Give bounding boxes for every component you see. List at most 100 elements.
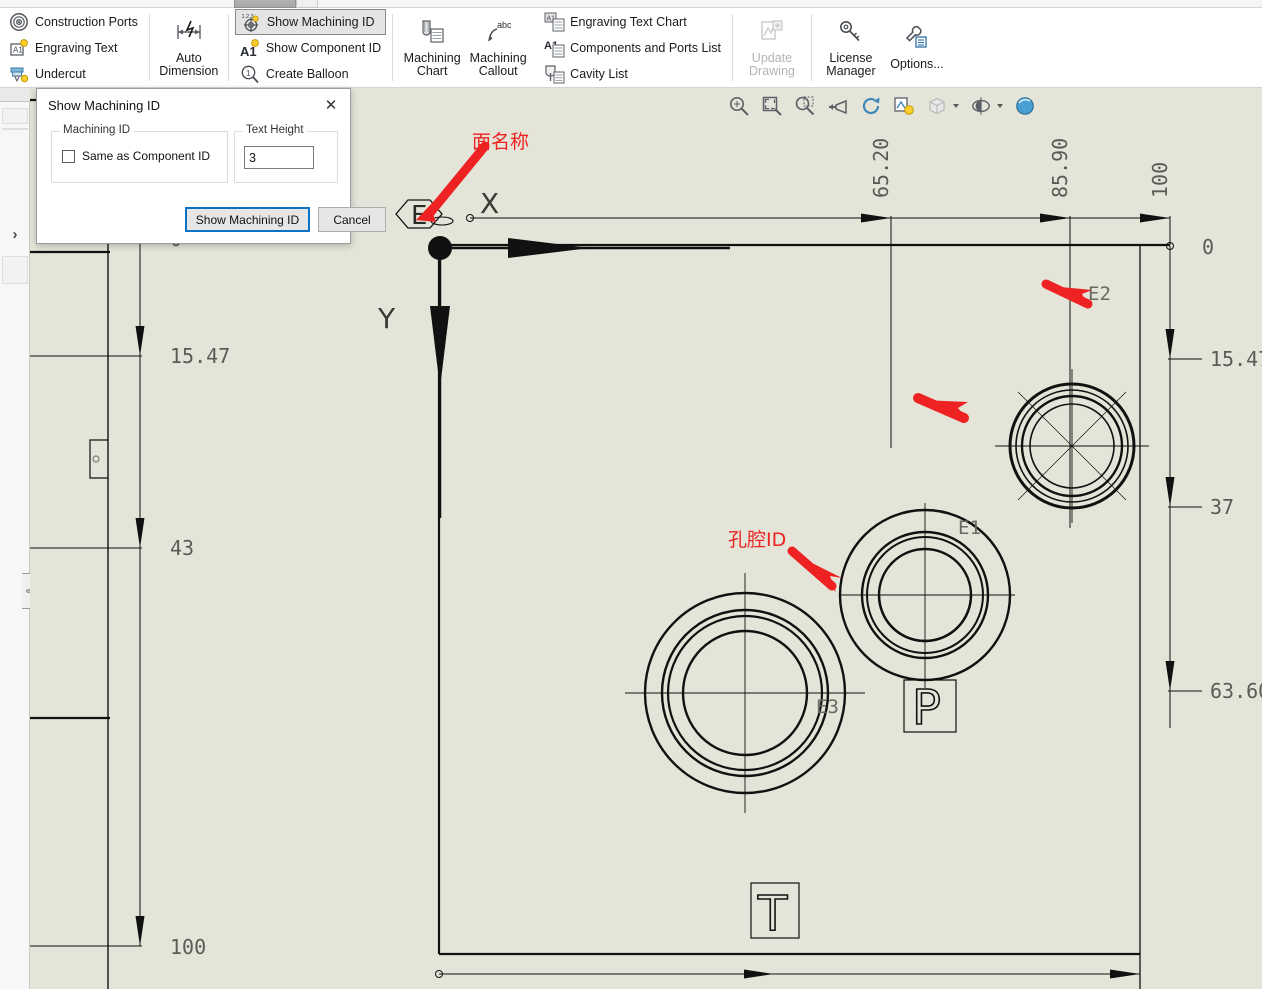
ribbon-group-lists: A1 Engraving Text Chart A1 Components an… <box>535 8 730 87</box>
engraving-text-chart-icon: A1 <box>544 11 565 32</box>
ribbon-item-show-component-id[interactable]: A1 Show Component ID <box>235 36 386 60</box>
ribbon-item-label: Construction Ports <box>35 14 138 29</box>
ribbon-item-label-line2: Drawing <box>749 64 795 78</box>
hide-show-icon[interactable] <box>970 95 992 117</box>
machining-callout-icon: abc <box>483 19 513 49</box>
ribbon-item-label-line2: Manager <box>826 64 876 78</box>
display-style-icon[interactable] <box>926 95 948 117</box>
panel-row <box>2 256 28 284</box>
feature-hole-e1[interactable] <box>838 503 1015 688</box>
ordinate-dimensions-top: 65.20 85.90 100 <box>466 138 1172 528</box>
same-as-component-id-checkbox[interactable] <box>62 149 75 163</box>
license-manager-icon <box>836 19 866 49</box>
ribbon-item-label: Cavity List <box>570 66 628 81</box>
dim-left-1: 15.47 <box>170 344 230 368</box>
ribbon-group-charts: Machining Chart abc Machining Callout <box>395 8 535 87</box>
ribbon-item-engraving-text-chart[interactable]: A1 Engraving Text Chart <box>539 10 726 34</box>
text-height-group: Text Height <box>234 124 338 183</box>
zoom-in-out-icon[interactable] <box>794 95 816 117</box>
application-window: Construction Ports A1 Engraving Text Und… <box>0 0 1262 989</box>
dialog-title: Show Machining ID <box>48 97 160 113</box>
dialog-body: Machining ID Same as Component ID Text H… <box>37 121 386 245</box>
ribbon-item-show-machining-id[interactable]: 1.2.3 Show Machining ID <box>234 8 387 35</box>
port-label-p[interactable]: P <box>903 679 957 737</box>
ribbon-item-auto-dimension[interactable]: Auto Dimension <box>156 10 222 86</box>
create-balloon-icon: 1 <box>240 64 260 84</box>
section-view-icon[interactable] <box>893 95 915 117</box>
ribbon-item-update-drawing[interactable]: Update Drawing <box>739 10 805 86</box>
ribbon-item-label: Undercut <box>35 66 86 81</box>
appearance-icon[interactable] <box>1014 95 1036 117</box>
inactive-tab[interactable] <box>296 0 318 8</box>
dim-top-0: 65.20 <box>869 138 893 198</box>
same-as-component-id-row[interactable]: Same as Component ID <box>62 149 210 163</box>
close-icon[interactable]: ✕ <box>318 92 344 118</box>
undercut-icon <box>9 64 29 84</box>
feature-hole-e3[interactable] <box>625 573 865 813</box>
port-label-t[interactable]: T <box>750 882 800 943</box>
display-style-chevron-down-icon[interactable] <box>953 104 959 108</box>
ribbon-separator <box>392 14 394 81</box>
annotation-arrow-face-name <box>416 141 490 222</box>
dim-top-1: 85.90 <box>1048 138 1072 198</box>
ribbon-item-label-line2: Chart <box>416 64 448 78</box>
ribbon-group-ports: Construction Ports A1 Engraving Text Und… <box>0 8 147 87</box>
dim-right-2: 37 <box>1210 495 1234 519</box>
view-toolbar <box>728 92 1034 120</box>
annotation-arrow-e1 <box>913 393 969 423</box>
panel-row <box>2 108 28 124</box>
text-height-legend: Text Height <box>243 124 307 136</box>
ribbon-item-label: Show Component ID <box>265 40 382 55</box>
window-tab-strip <box>0 0 1262 8</box>
ribbon-group-ids: 1.2.3 Show Machining ID A1 Show Componen… <box>231 8 390 87</box>
ribbon-item-create-balloon[interactable]: 1 Create Balloon <box>235 62 386 86</box>
left-feature-panel: › <box>0 88 38 989</box>
ribbon-item-machining-chart[interactable]: Machining Chart <box>399 10 465 86</box>
hide-show-chevron-down-icon[interactable] <box>997 104 1003 108</box>
ribbon-item-components-ports-list[interactable]: A1 Components and Ports List <box>539 36 726 60</box>
svg-text:1: 1 <box>246 69 251 78</box>
show-machining-id-dialog: Show Machining ID ✕ Machining ID Same as… <box>36 88 386 245</box>
ribbon-item-label: Create Balloon <box>265 66 349 81</box>
annotation-arrow-e2 <box>1041 279 1093 309</box>
panel-expander-chevron-icon[interactable]: › <box>4 218 26 250</box>
ordinate-dimensions-right: 0 15.47 37 63.60 <box>1165 235 1262 728</box>
ribbon-separator <box>227 14 229 81</box>
cavity-list-icon <box>544 64 565 84</box>
previous-view-icon[interactable] <box>827 95 849 117</box>
ribbon-item-engraving-text[interactable]: A1 Engraving Text <box>4 36 143 60</box>
active-tab[interactable] <box>234 0 296 8</box>
port-label-p-text: P <box>912 680 941 736</box>
dim-left-2: 43 <box>170 536 194 560</box>
show-machining-id-button[interactable]: Show Machining ID <box>185 207 310 232</box>
ribbon-item-cavity-list[interactable]: Cavity List <box>539 62 726 86</box>
machining-id-e1: E1 <box>958 517 981 539</box>
feature-hole-e2[interactable] <box>995 369 1149 523</box>
axis-label-y: Y <box>377 302 396 335</box>
construction-ports-icon <box>9 12 29 32</box>
ribbon-toolbar: Construction Ports A1 Engraving Text Und… <box>0 8 1262 88</box>
zoom-to-area-icon[interactable] <box>728 95 750 117</box>
rotate-view-icon[interactable] <box>860 95 882 117</box>
panel-tab-bar[interactable] <box>0 88 30 102</box>
ribbon-item-label-line1: Machining <box>469 50 527 65</box>
zoom-to-fit-icon[interactable] <box>761 95 783 117</box>
ribbon-item-label: Components and Ports List <box>570 40 721 55</box>
dim-right-3: 63.60 <box>1210 679 1262 703</box>
show-component-id-icon: A1 <box>240 38 260 59</box>
bottom-dimension-line <box>435 969 1140 979</box>
update-drawing-icon <box>757 19 787 49</box>
ribbon-item-license-manager[interactable]: License Manager <box>818 10 884 86</box>
ordinate-dimensions-left: 15.47 43 100 0 <box>30 227 230 959</box>
cancel-button[interactable]: Cancel <box>318 207 386 232</box>
ribbon-item-label-line1: Update <box>751 50 793 65</box>
text-height-input[interactable] <box>244 146 314 169</box>
ribbon-item-label-line2: Callout <box>478 64 518 78</box>
ribbon-item-construction-ports[interactable]: Construction Ports <box>4 10 143 34</box>
ribbon-item-undercut[interactable]: Undercut <box>4 62 143 86</box>
ribbon-item-options[interactable]: Options... <box>884 10 950 86</box>
ribbon-item-machining-callout[interactable]: abc Machining Callout <box>465 10 531 86</box>
ribbon-item-label-line1: Auto <box>175 50 202 65</box>
ribbon-item-label-line1: Machining <box>403 50 461 65</box>
svg-text:A1: A1 <box>13 45 23 54</box>
